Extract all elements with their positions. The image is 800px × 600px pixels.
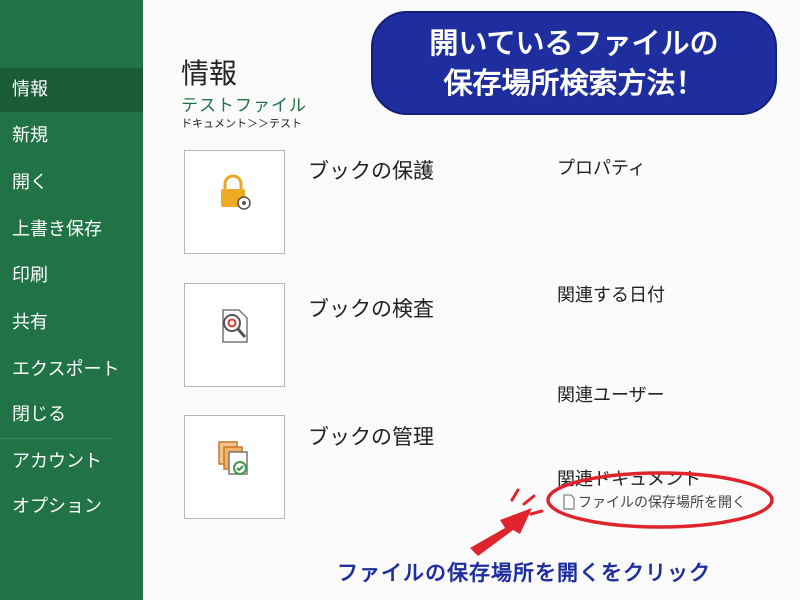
banner-line-1: 開いているファイルの (429, 26, 719, 60)
instruction-caption: ファイルの保存場所を開くをクリック (337, 561, 711, 585)
title-banner: 開いているファイルの 保存場所検索方法！ (371, 11, 777, 115)
click-arrow (470, 508, 532, 556)
banner-line-2: 保存場所検索方法！ (443, 66, 705, 100)
highlight-ellipse (546, 471, 774, 529)
